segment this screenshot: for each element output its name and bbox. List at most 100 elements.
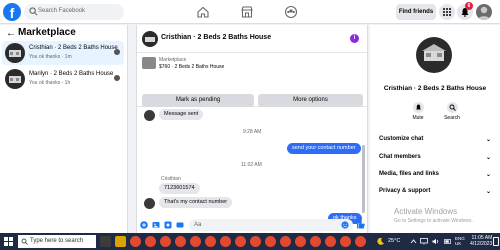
chrome-icon[interactable]: [295, 236, 306, 247]
message-input-placeholder: Aa: [194, 222, 202, 228]
notification-badge: 6: [465, 2, 473, 10]
conversation-name: Cristhian · 2 Beds 2 Baths House: [29, 45, 118, 51]
conversation-preview: You ok thanks · 1m: [29, 54, 72, 60]
avatar-image: [478, 6, 490, 20]
conversation-name: Marilyn · 2 Beds 2 Baths House: [29, 71, 114, 77]
message-bubble[interactable]: Message sent: [159, 109, 204, 120]
like-icon[interactable]: [356, 220, 365, 229]
more-options-button[interactable]: More options: [258, 94, 363, 107]
timestamp: 11:02 AM: [241, 162, 262, 168]
mark-as-pending-button[interactable]: Mark as pending: [142, 94, 254, 107]
top-navigation: f Search Facebook Find friends 6: [0, 0, 500, 24]
chat-members-row[interactable]: Chat members ⌄: [379, 154, 491, 166]
windows-start-icon[interactable]: [4, 237, 13, 246]
listing-price-title[interactable]: $760 · 2 Beds 2 Baths House: [159, 64, 224, 70]
chrome-icon[interactable]: [355, 236, 366, 247]
windows-taskbar: Type here to search 25°C ENG UK 11:05 AM…: [0, 233, 500, 250]
chrome-icon[interactable]: [160, 236, 171, 247]
menu-button[interactable]: [439, 4, 455, 20]
battery-icon[interactable]: [444, 238, 452, 245]
search-icon: [21, 238, 28, 245]
search-placeholder: Search Facebook: [38, 8, 86, 14]
chrome-icon[interactable]: [175, 236, 186, 247]
chrome-icon[interactable]: [310, 236, 321, 247]
chat-header: Cristhian · 2 Beds 2 Baths House i: [137, 25, 367, 53]
chat-scrollbar[interactable]: [362, 145, 365, 213]
listing-thumbnail: [5, 69, 25, 89]
chat-title[interactable]: Cristhian · 2 Beds 2 Baths House: [161, 34, 271, 41]
file-explorer-icon[interactable]: [115, 236, 126, 247]
chrome-icon[interactable]: [190, 236, 201, 247]
weather-temperature[interactable]: 25°C: [388, 238, 400, 244]
conversation-item[interactable]: Marilyn · 2 Beds 2 Baths House You ok th…: [2, 67, 124, 91]
taskbar-clock[interactable]: 11:05 AM 4/12/2023: [470, 235, 492, 247]
taskbar-search-input[interactable]: Type here to search: [18, 235, 96, 248]
chrome-icon[interactable]: [280, 236, 291, 247]
plus-icon[interactable]: [140, 221, 148, 229]
listing-image[interactable]: [142, 57, 156, 69]
details-title: Cristhian · 2 Beds 2 Baths House: [383, 85, 487, 92]
message-bubble[interactable]: 7123601574: [159, 183, 200, 194]
chrome-icon[interactable]: [205, 236, 216, 247]
groups-icon[interactable]: [284, 5, 298, 19]
listing-banner: Marketplace $760 · 2 Beds 2 Baths House …: [137, 53, 367, 107]
chrome-icon[interactable]: [340, 236, 351, 247]
language-region: UK: [455, 241, 462, 246]
find-friends-button[interactable]: Find friends: [396, 4, 436, 20]
info-icon[interactable]: i: [350, 34, 359, 43]
row-label: Privacy & support: [379, 188, 431, 194]
language-indicator[interactable]: ENG UK: [455, 236, 465, 246]
chevron-up-icon[interactable]: [410, 238, 417, 245]
message-bubble-outgoing[interactable]: send your contact number: [287, 143, 361, 154]
conversation-list-panel: ← Marketplace Cristhian · 2 Beds 2 Baths…: [0, 25, 128, 233]
media-files-links-row[interactable]: Media, files and links ⌄: [379, 171, 491, 183]
conversation-item[interactable]: Cristhian · 2 Beds 2 Baths House You ok …: [2, 41, 124, 65]
conversation-preview: You ok thanks · 1h: [29, 80, 71, 86]
chrome-icon[interactable]: [145, 236, 156, 247]
search-conversation-button[interactable]: Search: [440, 102, 464, 121]
chrome-icon[interactable]: [250, 236, 261, 247]
emoji-icon[interactable]: [341, 221, 349, 229]
chrome-icon[interactable]: [220, 236, 231, 247]
panel-title: Marketplace: [18, 27, 76, 38]
message-input[interactable]: Aa: [189, 219, 353, 231]
notification-center-icon[interactable]: [493, 237, 499, 246]
task-view-icon[interactable]: [100, 236, 111, 247]
grid-menu-icon: [443, 8, 451, 16]
message-bubble[interactable]: That's my contact number: [159, 197, 233, 208]
activate-windows-title: Activate Windows: [394, 207, 458, 216]
clock-date: 4/12/2023: [470, 241, 493, 247]
gif-icon[interactable]: [176, 221, 184, 229]
taskbar-search-placeholder: Type here to search: [30, 238, 84, 244]
mute-button[interactable]: Mute: [406, 102, 430, 121]
privacy-support-row[interactable]: Privacy & support ⌄: [379, 188, 491, 200]
sticker-icon[interactable]: [164, 221, 172, 229]
listing-thumbnail: [5, 43, 25, 63]
chrome-icon[interactable]: [130, 236, 141, 247]
chevron-down-icon: ⌄: [485, 137, 491, 143]
chevron-down-icon: ⌄: [485, 155, 491, 161]
chrome-icon[interactable]: [325, 236, 336, 247]
home-icon[interactable]: [196, 5, 210, 19]
customize-chat-row[interactable]: Customize chat ⌄: [379, 136, 491, 148]
row-label: Chat members: [379, 154, 421, 160]
chevron-down-icon: ⌄: [485, 172, 491, 178]
network-icon[interactable]: [420, 238, 428, 245]
photo-icon[interactable]: [152, 221, 160, 229]
volume-icon[interactable]: [432, 238, 440, 245]
marketplace-icon[interactable]: [240, 5, 254, 19]
listing-profile-image[interactable]: [416, 37, 452, 73]
back-arrow-icon[interactable]: ←: [6, 28, 16, 39]
chat-avatar[interactable]: [142, 31, 158, 47]
activate-windows-subtitle: Go to Settings to activate Windows.: [394, 218, 473, 224]
chrome-icon[interactable]: [235, 236, 246, 247]
mute-label: Mute: [412, 115, 424, 121]
facebook-logo[interactable]: f: [3, 3, 21, 21]
profile-avatar[interactable]: [476, 4, 492, 20]
conversation-details-panel: Cristhian · 2 Beds 2 Baths House Mute Se…: [370, 25, 500, 233]
search-input[interactable]: Search Facebook: [24, 4, 124, 20]
chrome-icon[interactable]: [265, 236, 276, 247]
message-thread: Message sent 9:28 AM send your contact n…: [137, 107, 367, 224]
read-receipt-avatar: [114, 49, 120, 55]
weather-moon-icon[interactable]: [376, 237, 385, 246]
